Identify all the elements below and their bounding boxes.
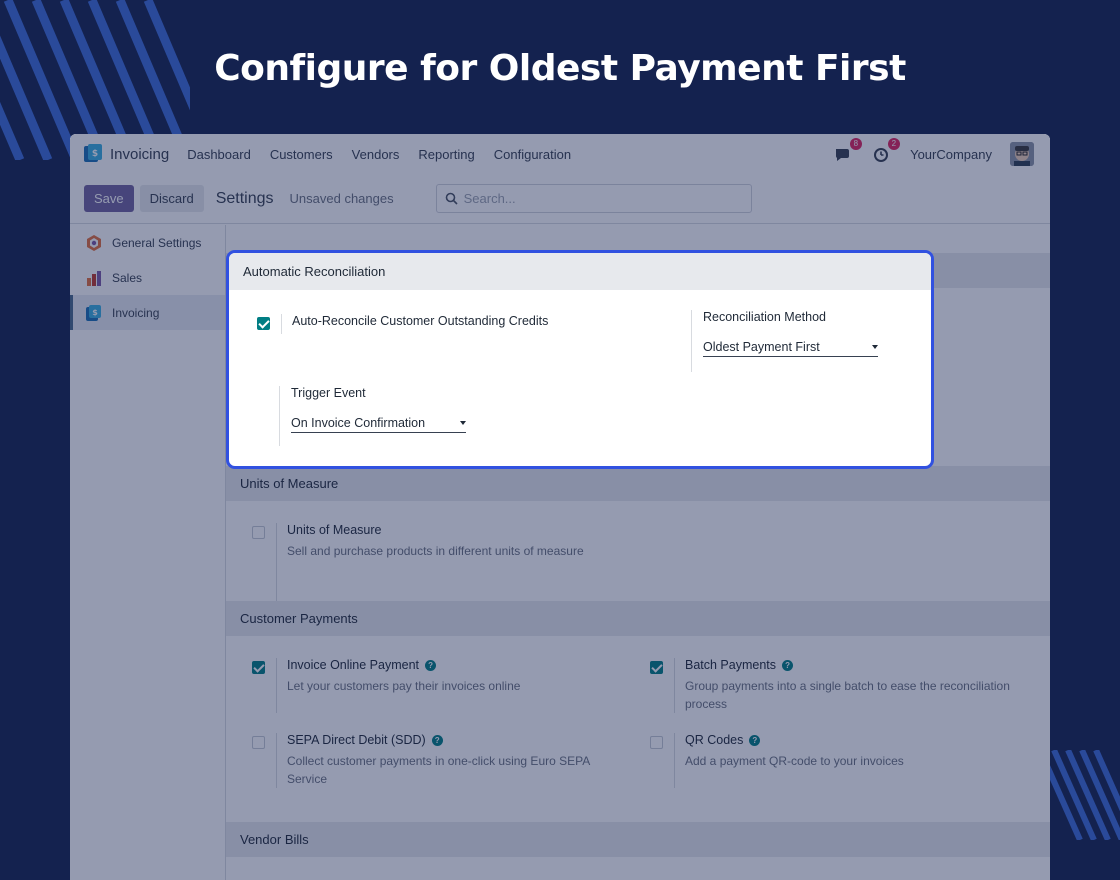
page-title: Configure for Oldest Payment First — [214, 48, 906, 89]
setting-sepa-direct-debit: SEPA Direct Debit (SDD) ? Collect custom… — [252, 733, 650, 788]
setting-description: Sell and purchase products in different … — [287, 544, 584, 558]
invoicing-icon: $ — [86, 304, 101, 321]
section-title: Automatic Reconciliation — [229, 253, 931, 290]
activities-button[interactable]: 2 — [872, 138, 901, 164]
general-settings-icon — [87, 234, 101, 251]
trigger-event-select[interactable]: On Invoice Confirmation — [291, 416, 466, 433]
navbar-right: 8 2 YourCompany — [834, 138, 1034, 166]
sidebar-item-label: Sales — [112, 270, 143, 285]
breadcrumb-settings: Settings — [215, 189, 274, 207]
sepa-checkbox[interactable] — [252, 736, 265, 749]
caret-down-icon — [872, 345, 878, 349]
setting-label: Batch Payments — [685, 658, 777, 672]
setting-batch-payments: Batch Payments ? Group payments into a s… — [650, 658, 1020, 713]
setting-description: Collect customer payments in one-click u… — [287, 754, 590, 786]
field-label: Trigger Event — [291, 386, 366, 400]
section-customer-payments: Customer Payments — [226, 601, 1050, 636]
control-panel: Save Discard Settings Unsaved changes Se… — [70, 174, 1050, 224]
user-avatar-icon — [1010, 142, 1034, 166]
activities-badge: 2 — [887, 138, 901, 150]
sidebar-item-label: Invoicing — [112, 305, 160, 320]
setting-invoice-online-payment: Invoice Online Payment ? Let your custom… — [252, 658, 650, 713]
batch-payments-checkbox[interactable] — [650, 661, 663, 674]
messages-button[interactable]: 8 — [834, 138, 863, 164]
company-switcher[interactable]: YourCompany — [910, 147, 992, 162]
unsaved-status: Unsaved changes — [289, 191, 394, 206]
settings-sidebar: General Settings Sales $ Invoicing — [70, 225, 226, 880]
caret-down-icon — [460, 421, 466, 425]
section-units-of-measure: Units of Measure — [226, 466, 1050, 501]
menu-dashboard[interactable]: Dashboard — [187, 147, 251, 162]
menu-vendors[interactable]: Vendors — [352, 147, 400, 162]
section-vendor-bills: Vendor Bills — [226, 822, 1050, 857]
sales-icon — [87, 270, 101, 286]
avatar[interactable] — [1010, 142, 1034, 166]
reconciliation-method-select[interactable]: Oldest Payment First — [703, 340, 878, 357]
setting-qr-codes: QR Codes ? Add a payment QR-code to your… — [650, 733, 1020, 788]
sidebar-item-general-settings[interactable]: General Settings — [70, 225, 225, 260]
uom-row: Units of Measure Sell and purchase produ… — [226, 501, 1050, 601]
messages-badge: 8 — [849, 138, 863, 150]
sidebar-item-label: General Settings — [112, 235, 202, 250]
select-value: Oldest Payment First — [703, 340, 820, 354]
app-name: Invoicing — [110, 145, 170, 163]
help-icon[interactable]: ? — [749, 734, 761, 746]
setting-label: QR Codes — [685, 733, 744, 747]
auto-reconcile-checkbox[interactable] — [257, 317, 270, 330]
menu-reporting[interactable]: Reporting — [418, 147, 474, 162]
customer-payments-row-2: SEPA Direct Debit (SDD) ? Collect custom… — [226, 713, 1050, 788]
setting-description: Group payments into a single batch to ea… — [685, 679, 1010, 711]
decorative-stripes — [1040, 750, 1120, 840]
setting-units-of-measure: Units of Measure Sell and purchase produ… — [252, 523, 650, 601]
save-button[interactable]: Save — [84, 185, 134, 212]
setting-description: Add a payment QR-code to your invoices — [685, 754, 904, 768]
discard-button[interactable]: Discard — [139, 185, 204, 212]
setting-label: SEPA Direct Debit (SDD) — [287, 733, 426, 747]
reconciliation-method-field: Reconciliation Method Oldest Payment Fir… — [691, 310, 878, 372]
search-placeholder: Search... — [463, 191, 516, 206]
svg-text:$: $ — [92, 149, 98, 159]
setting-label: Invoice Online Payment — [287, 658, 420, 672]
svg-text:$: $ — [92, 308, 98, 317]
search-icon — [445, 192, 458, 205]
main-menu: Dashboard Customers Vendors Reporting Co… — [187, 147, 571, 162]
help-icon[interactable]: ? — [425, 659, 437, 671]
invoice-online-payment-checkbox[interactable] — [252, 661, 265, 674]
menu-configuration[interactable]: Configuration — [494, 147, 571, 162]
setting-label: Auto-Reconcile Customer Outstanding Cred… — [292, 314, 549, 328]
sidebar-item-invoicing[interactable]: $ Invoicing — [70, 295, 225, 330]
app-window: $ Invoicing Dashboard Customers Vendors … — [70, 134, 1050, 880]
navbar: $ Invoicing Dashboard Customers Vendors … — [70, 134, 1050, 174]
invoicing-logo-icon: $ — [84, 144, 102, 162]
setting-label: Units of Measure — [287, 523, 382, 537]
highlighted-reconciliation-panel: Automatic Reconciliation Auto-Reconcile … — [226, 250, 934, 469]
field-label: Reconciliation Method — [703, 310, 826, 324]
setting-description: Let your customers pay their invoices on… — [287, 679, 521, 693]
help-icon[interactable]: ? — [782, 659, 794, 671]
app-brand[interactable]: $ Invoicing — [84, 144, 169, 164]
qr-codes-checkbox[interactable] — [650, 736, 663, 749]
menu-customers[interactable]: Customers — [270, 147, 333, 162]
customer-payments-row-1: Invoice Online Payment ? Let your custom… — [226, 636, 1050, 713]
setting-auto-reconcile: Auto-Reconcile Customer Outstanding Cred… — [257, 314, 548, 334]
trigger-event-field: Trigger Event On Invoice Confirmation — [279, 386, 466, 446]
search-input[interactable]: Search... — [435, 184, 752, 213]
select-value: On Invoice Confirmation — [291, 416, 426, 430]
help-icon[interactable]: ? — [431, 734, 443, 746]
sidebar-item-sales[interactable]: Sales — [70, 260, 225, 295]
uom-checkbox[interactable] — [252, 526, 265, 539]
